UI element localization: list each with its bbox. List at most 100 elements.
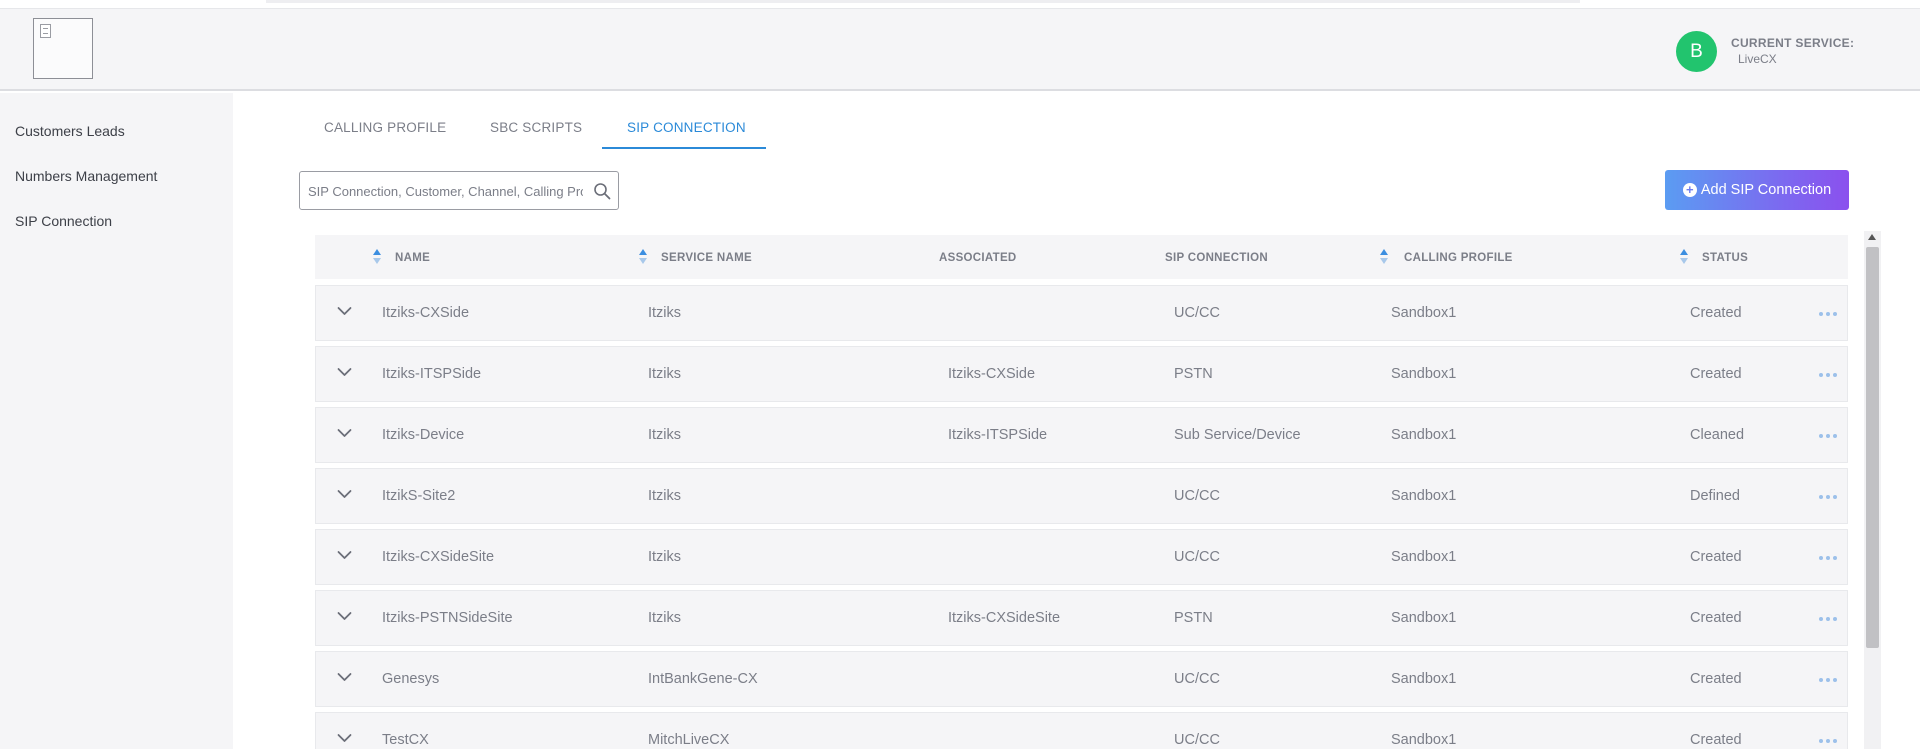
table-row[interactable]: Itziks-ITSPSide Itziks Itziks-CXSide PSTN Sa…	[315, 346, 1848, 402]
top-address-bar	[266, 0, 1580, 3]
cell-sip-connection: UC/CC	[1174, 488, 1220, 504]
cell-calling-profile: Sandbox1	[1391, 427, 1457, 443]
chevron-down-icon[interactable]	[337, 367, 352, 377]
cell-service-name: Itziks	[648, 305, 682, 321]
cell-sip-connection: Sub Service/Device	[1174, 427, 1301, 443]
cell-service-name: Itziks	[648, 610, 682, 626]
column-header-name[interactable]: NAME	[395, 252, 430, 264]
more-options-icon[interactable]	[1819, 612, 1839, 626]
cell-sip-connection: UC/CC	[1174, 671, 1220, 687]
search-icon[interactable]	[593, 182, 611, 200]
cell-calling-profile: Sandbox1	[1391, 366, 1457, 382]
more-options-icon[interactable]	[1819, 368, 1839, 382]
table-row[interactable]: Itziks-CXSide Itziks UC/CC Sandbox1 Created	[315, 285, 1848, 341]
chevron-down-icon[interactable]	[337, 611, 352, 621]
cell-calling-profile: Sandbox1	[1391, 671, 1457, 687]
add-sip-connection-button[interactable]: + Add SIP Connection	[1665, 170, 1849, 210]
column-header-status[interactable]: STATUS	[1702, 252, 1748, 264]
scroll-thumb[interactable]	[1866, 247, 1879, 648]
cell-status: Created	[1690, 549, 1742, 565]
sidebar: Customers Leads Numbers Management SIP C…	[0, 93, 233, 749]
cell-status: Created	[1690, 732, 1742, 748]
cell-status: Defined	[1690, 488, 1740, 504]
sidebar-item-numbers-management[interactable]: Numbers Management	[15, 168, 157, 184]
broken-image-icon	[40, 24, 51, 38]
cell-status: Created	[1690, 366, 1742, 382]
cell-calling-profile: Sandbox1	[1391, 305, 1457, 321]
cell-associated: Itziks-ITSPSide	[948, 427, 1048, 443]
cell-name: TestCX	[382, 732, 429, 748]
cell-sip-connection: PSTN	[1174, 366, 1213, 382]
cell-service-name: Itziks	[648, 549, 682, 565]
top-strip	[0, 0, 1920, 9]
sidebar-item-sip-connection[interactable]: SIP Connection	[15, 213, 112, 229]
search-box	[299, 171, 619, 210]
cell-status: Cleaned	[1690, 427, 1745, 443]
table-row[interactable]: ItzikS-Site2 Itziks UC/CC Sandbox1 Defined	[315, 468, 1848, 524]
sidebar-item-customers-leads[interactable]: Customers Leads	[15, 123, 125, 139]
cell-service-name: MitchLiveCX	[648, 732, 730, 748]
cell-calling-profile: Sandbox1	[1391, 732, 1457, 748]
more-options-icon[interactable]	[1819, 490, 1839, 504]
search-input[interactable]	[308, 180, 583, 202]
chevron-down-icon[interactable]	[337, 306, 352, 316]
cell-sip-connection: PSTN	[1174, 610, 1213, 626]
cell-associated: Itziks-CXSide	[948, 366, 1036, 382]
more-options-icon[interactable]	[1819, 673, 1839, 687]
cell-name: Genesys	[382, 671, 440, 687]
avatar[interactable]: B	[1676, 31, 1717, 72]
active-tab-indicator	[602, 147, 766, 149]
cell-service-name: Itziks	[648, 427, 682, 443]
scrollbar[interactable]	[1864, 231, 1881, 749]
sort-icon[interactable]	[1380, 249, 1389, 265]
column-header-associated: ASSOCIATED	[939, 252, 1017, 264]
chevron-down-icon[interactable]	[337, 550, 352, 560]
tab-sip-connection[interactable]: SIP CONNECTION	[627, 120, 746, 135]
more-options-icon[interactable]	[1819, 734, 1839, 748]
cell-sip-connection: UC/CC	[1174, 732, 1220, 748]
cell-status: Created	[1690, 610, 1742, 626]
cell-name: Itziks-PSTNSideSite	[382, 610, 513, 626]
cell-name: Itziks-Device	[382, 427, 465, 443]
chevron-down-icon[interactable]	[337, 428, 352, 438]
more-options-icon[interactable]	[1819, 429, 1839, 443]
cell-name: Itziks-CXSide	[382, 305, 470, 321]
sort-icon[interactable]	[373, 249, 382, 265]
tab-sbc-scripts[interactable]: SBC SCRIPTS	[490, 120, 582, 135]
cell-status: Created	[1690, 305, 1742, 321]
table-row[interactable]: Itziks-CXSideSite Itziks UC/CC Sandbox1 Crea…	[315, 529, 1848, 585]
app-header: B CURRENT SERVICE: LiveCX	[0, 9, 1920, 91]
column-header-sip-connection: SIP CONNECTION	[1165, 252, 1269, 264]
chevron-down-icon[interactable]	[337, 489, 352, 499]
cell-associated: Itziks-CXSideSite	[948, 610, 1061, 626]
chevron-down-icon[interactable]	[337, 733, 352, 743]
chevron-down-icon[interactable]	[337, 672, 352, 682]
cell-calling-profile: Sandbox1	[1391, 549, 1457, 565]
table-row[interactable]: Itziks-PSTNSideSite Itziks Itziks-CXSideSi…	[315, 590, 1848, 646]
current-service-label: CURRENT SERVICE:	[1731, 36, 1855, 50]
cell-name: ItzikS-Site2	[382, 488, 456, 504]
column-header-service-name[interactable]: SERVICE NAME	[661, 252, 752, 264]
column-header-calling-profile[interactable]: CALLING PROFILE	[1404, 252, 1513, 264]
logo[interactable]	[33, 18, 93, 79]
cell-sip-connection: UC/CC	[1174, 305, 1220, 321]
table-row[interactable]: Itziks-Device Itziks Itziks-ITSPSide Sub Se…	[315, 407, 1848, 463]
cell-service-name: Itziks	[648, 366, 682, 382]
cell-service-name: Itziks	[648, 488, 682, 504]
cell-name: Itziks-CXSideSite	[382, 549, 495, 565]
cell-calling-profile: Sandbox1	[1391, 488, 1457, 504]
more-options-icon[interactable]	[1819, 551, 1839, 565]
scroll-up-arrow-icon[interactable]	[1868, 234, 1876, 240]
cell-status: Created	[1690, 671, 1742, 687]
sort-icon[interactable]	[1680, 249, 1689, 265]
table-row[interactable]: TestCX MitchLiveCX UC/CC Sandbox1 Created	[315, 712, 1848, 749]
cell-name: Itziks-ITSPSide	[382, 366, 482, 382]
sort-icon[interactable]	[639, 249, 648, 265]
plus-circle-icon: +	[1682, 183, 1697, 197]
more-options-icon[interactable]	[1819, 307, 1839, 321]
tab-calling-profile[interactable]: CALLING PROFILE	[324, 120, 446, 135]
current-service-value: LiveCX	[1738, 52, 1777, 66]
cell-sip-connection: UC/CC	[1174, 549, 1220, 565]
cell-service-name: IntBankGene-CX	[648, 671, 758, 687]
table-row[interactable]: Genesys IntBankGene-CX UC/CC Sandbox1 Create…	[315, 651, 1848, 707]
